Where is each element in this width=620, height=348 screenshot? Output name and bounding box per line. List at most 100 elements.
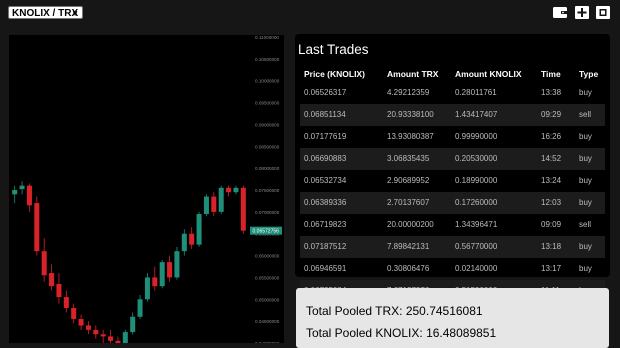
candle-body [203,196,209,215]
trade-time: 12:03 [541,198,562,207]
candle-body [49,273,55,287]
candle-body [122,332,128,346]
trade-time: 09:29 [541,110,562,119]
candle-body [100,334,106,337]
square-icon[interactable] [595,5,611,20]
trade-price: 0.06526317 [304,88,347,97]
price-scale-label: 0.05500000 [255,275,280,280]
trade-type: buy [579,264,592,273]
price-scale-label: 0.04500000 [255,319,280,324]
candle-body [41,251,47,276]
candle-body [93,329,99,335]
trade-type: sell [579,110,592,119]
trade-amount-knolix: 0.17260000 [455,198,498,207]
candle-body [108,336,114,341]
candle-body [144,277,150,300]
candle-body [152,277,158,287]
last-trades-title: Last Trades [298,42,369,57]
candle-body [181,233,187,252]
candle-body [137,299,143,317]
trade-time: 13:17 [541,264,562,273]
plus-icon[interactable] [574,5,590,20]
price-scale-label: 0.11000000 [255,35,279,40]
pooled-trx: Total Pooled TRX: 250.74516081 [306,304,483,318]
candle-body [218,187,224,212]
trade-row: 0.07177619 13.93080387 0.99990000 16:26 … [300,126,605,148]
candle-body [233,187,239,193]
trade-price: 0.06532734 [304,176,347,185]
trade-amount-trx: 13.93080387 [387,132,434,141]
price-chart[interactable]: 0.11000000 0.10500000 0.10000000 0.09500000… [9,35,284,348]
trade-row: 0.06851134 20.93338100 1.43417407 09:29 … [300,104,605,126]
trade-type: buy [579,154,592,163]
trade-amount-trx: 4.29212359 [387,88,430,97]
pool-panel: Total Pooled TRX: 250.74516081 Total Poo… [296,288,609,348]
trade-amount-knolix: 0.28011761 [455,88,497,97]
candle-body [211,196,217,212]
trade-amount-knolix: 0.99990000 [455,132,498,141]
candle-body [196,214,202,245]
pair-select[interactable]: KNOLIX / TRX ▼ [8,6,83,19]
header-amount-trx: Amount TRX [387,69,439,79]
trade-time: 13:38 [541,88,562,97]
trade-time: 16:26 [541,132,562,141]
candle-body [226,187,232,193]
current-price-label: 0.06572756 [253,229,280,235]
trade-time: 13:24 [541,176,562,185]
candle-body [26,185,32,206]
trade-type: buy [579,132,592,141]
trade-amount-trx: 3.06835435 [387,154,430,163]
trade-row: 0.06719823 20.00000200 1.34396471 09:09 … [300,214,605,236]
wallet-icon[interactable] [552,5,568,20]
candle-body [130,316,136,333]
trade-price: 0.06389336 [304,198,347,207]
candle-body [71,308,77,319]
pair-select-value: KNOLIX / TRX [12,8,79,19]
trade-type: buy [579,242,592,251]
trade-price: 0.06690883 [304,154,347,163]
price-scale-label: 0.07500000 [255,188,280,193]
candle-body [78,318,84,326]
trade-amount-knolix: 0.18990000 [455,176,498,185]
trade-amount-knolix: 0.20530000 [455,154,498,163]
header-amount-knolix: Amount KNOLIX [455,69,522,79]
trade-amount-knolix: 1.34396471 [455,220,498,229]
trade-amount-knolix: 1.43417407 [455,110,498,119]
trade-time: 09:09 [541,220,562,229]
price-scale-label: 0.08000000 [255,166,280,171]
trade-type: buy [579,176,592,185]
candle-body [189,233,195,245]
candle-body [12,190,18,195]
trade-row: 0.06690883 3.06835435 0.20530000 14:52 b… [300,148,605,170]
trade-price: 0.06719823 [304,220,347,229]
trade-amount-trx: 7.89842131 [387,242,430,251]
candle-body [240,187,246,231]
chevron-down-icon: ▼ [71,9,79,18]
trade-amount-knolix: 0.02140000 [455,264,498,273]
trade-price: 0.06851134 [304,110,346,119]
candle-body [159,262,165,287]
trade-price: 0.06946591 [304,264,347,273]
price-scale-label: 0.08500000 [255,144,280,149]
price-scale-label: 0.07000000 [255,210,280,215]
header-time: Time [541,69,561,79]
trade-type: sell [579,220,592,229]
trade-amount-trx: 2.90689952 [387,176,430,185]
trade-row: 0.07187512 7.89842131 0.56770000 13:18 b… [300,236,605,258]
candle-body [85,325,91,330]
price-scale-label: 0.10500000 [255,57,280,62]
trade-row: 0.06946591 0.30806476 0.02140000 13:17 b… [300,258,605,280]
trade-time: 14:52 [541,154,562,163]
trade-amount-trx: 20.93338100 [387,110,434,119]
price-scale-label: 0.09500000 [255,101,280,106]
candle-body [63,297,69,309]
trade-amount-knolix: 0.56770000 [455,242,498,251]
trade-price: 0.07187512 [304,242,347,251]
price-scale-label: 0.06000000 [255,254,280,259]
price-scale-label: 0.09000000 [255,122,280,127]
trade-amount-trx: 0.30806476 [387,264,430,273]
candle-body [19,185,25,190]
candle-body [34,203,40,252]
candlestick-chart[interactable]: 0.11000000 0.10500000 0.10000000 0.09500000… [9,35,284,348]
candle-body [174,251,180,278]
